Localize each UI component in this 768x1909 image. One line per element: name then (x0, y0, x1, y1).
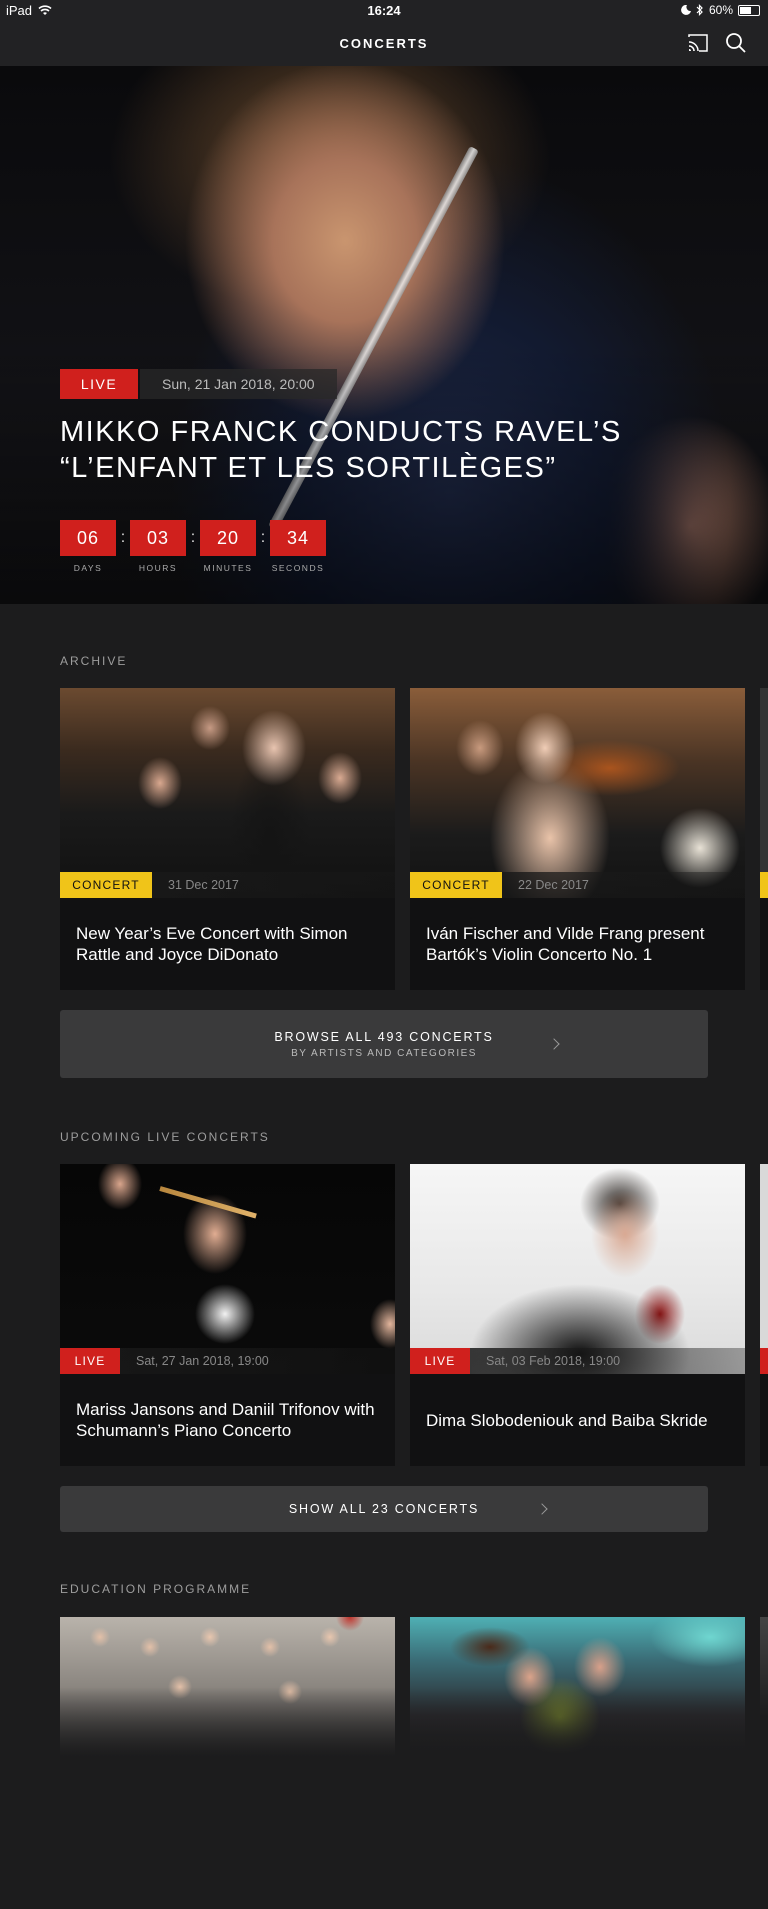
browse-all-button[interactable]: BROWSE ALL 493 CONCERTS BY ARTISTS AND C… (60, 1010, 708, 1078)
card-date: Sat, 27 Jan 2018, 19:00 (120, 1348, 395, 1374)
next-card-peek[interactable] (760, 1164, 768, 1466)
card-image: LIVE Sat, 27 Jan 2018, 19:00 (60, 1164, 395, 1374)
section-title-education: EDUCATION PROGRAMME (60, 1582, 252, 1596)
moon-icon (681, 5, 691, 15)
browse-all-sublabel: BY ARTISTS AND CATEGORIES (291, 1048, 477, 1059)
countdown-seconds: 34 SECONDS (270, 520, 326, 573)
card-title: Iván Fischer and Vilde Frang present Bar… (426, 924, 705, 964)
countdown-separator: : (190, 529, 196, 546)
card-image (60, 1617, 395, 1757)
concert-badge: CONCERT (410, 872, 502, 898)
live-badge: LIVE (410, 1348, 470, 1374)
card-title: New Year’s Eve Concert with Simon Rattle… (76, 924, 348, 964)
countdown-separator: : (120, 529, 126, 546)
hero-date: Sun, 21 Jan 2018, 20:00 (140, 369, 337, 399)
hero-title: MIKKO FRANCK CONDUCTS RAVEL’S “L’ENFANT … (60, 416, 622, 484)
show-all-label: SHOW ALL 23 CONCERTS (288, 1502, 480, 1516)
card-date: 22 Dec 2017 (502, 872, 745, 898)
nav-bar: CONCERTS (0, 22, 768, 66)
education-card[interactable] (60, 1617, 395, 1757)
section-title-archive: ARCHIVE (60, 654, 128, 668)
live-badge: LIVE (60, 369, 138, 399)
cast-icon[interactable] (686, 32, 710, 54)
card-image: LIVE Sat, 03 Feb 2018, 19:00 (410, 1164, 745, 1374)
education-card[interactable] (410, 1617, 745, 1757)
next-card-peek[interactable] (760, 688, 768, 990)
section-title-upcoming: UPCOMING LIVE CONCERTS (60, 1130, 270, 1144)
live-badge: LIVE (60, 1348, 120, 1374)
card-title: Dima Slobodeniouk and Baiba Skride (426, 1410, 708, 1430)
bluetooth-icon (696, 4, 703, 16)
countdown-separator: : (260, 529, 266, 546)
concert-badge: CONCERT (60, 872, 152, 898)
upcoming-card[interactable]: LIVE Sat, 03 Feb 2018, 19:00 Dima Slobod… (410, 1164, 745, 1466)
card-image (410, 1617, 745, 1757)
status-time: 16:24 (367, 3, 401, 18)
card-date: 31 Dec 2017 (152, 872, 395, 898)
hero-badge-row: LIVE Sun, 21 Jan 2018, 20:00 (60, 369, 337, 399)
card-image: CONCERT 31 Dec 2017 (60, 688, 395, 898)
countdown-hours: 03 HOURS (130, 520, 186, 573)
battery-level (740, 6, 751, 14)
archive-card[interactable]: CONCERT 31 Dec 2017 New Year’s Eve Conce… (60, 688, 395, 990)
hero-banner[interactable]: LIVE Sun, 21 Jan 2018, 20:00 MIKKO FRANC… (0, 66, 768, 604)
education-carousel[interactable] (60, 1617, 745, 1757)
browse-all-label: BROWSE ALL 493 CONCERTS (274, 1030, 494, 1044)
archive-card[interactable]: CONCERT 22 Dec 2017 Iván Fischer and Vil… (410, 688, 745, 990)
status-bar: iPad 16:24 60% (0, 0, 768, 22)
battery-percent: 60% (708, 3, 733, 17)
page-title: CONCERTS (339, 36, 429, 51)
next-card-peek[interactable] (760, 1617, 768, 1717)
countdown-timer: 06 DAYS : 03 HOURS : 20 MINUTES : 34 SEC… (60, 520, 326, 573)
upcoming-card[interactable]: LIVE Sat, 27 Jan 2018, 19:00 Mariss Jans… (60, 1164, 395, 1466)
search-icon[interactable] (724, 31, 748, 55)
battery-icon (738, 4, 760, 16)
upcoming-carousel[interactable]: LIVE Sat, 27 Jan 2018, 19:00 Mariss Jans… (60, 1164, 745, 1466)
card-image: CONCERT 22 Dec 2017 (410, 688, 745, 898)
countdown-days: 06 DAYS (60, 520, 116, 573)
card-date: Sat, 03 Feb 2018, 19:00 (470, 1348, 745, 1374)
show-all-button[interactable]: SHOW ALL 23 CONCERTS (60, 1486, 708, 1532)
card-title: Mariss Jansons and Daniil Trifonov with … (76, 1400, 375, 1440)
countdown-minutes: 20 MINUTES (200, 520, 256, 573)
archive-carousel[interactable]: CONCERT 31 Dec 2017 New Year’s Eve Conce… (60, 688, 745, 990)
